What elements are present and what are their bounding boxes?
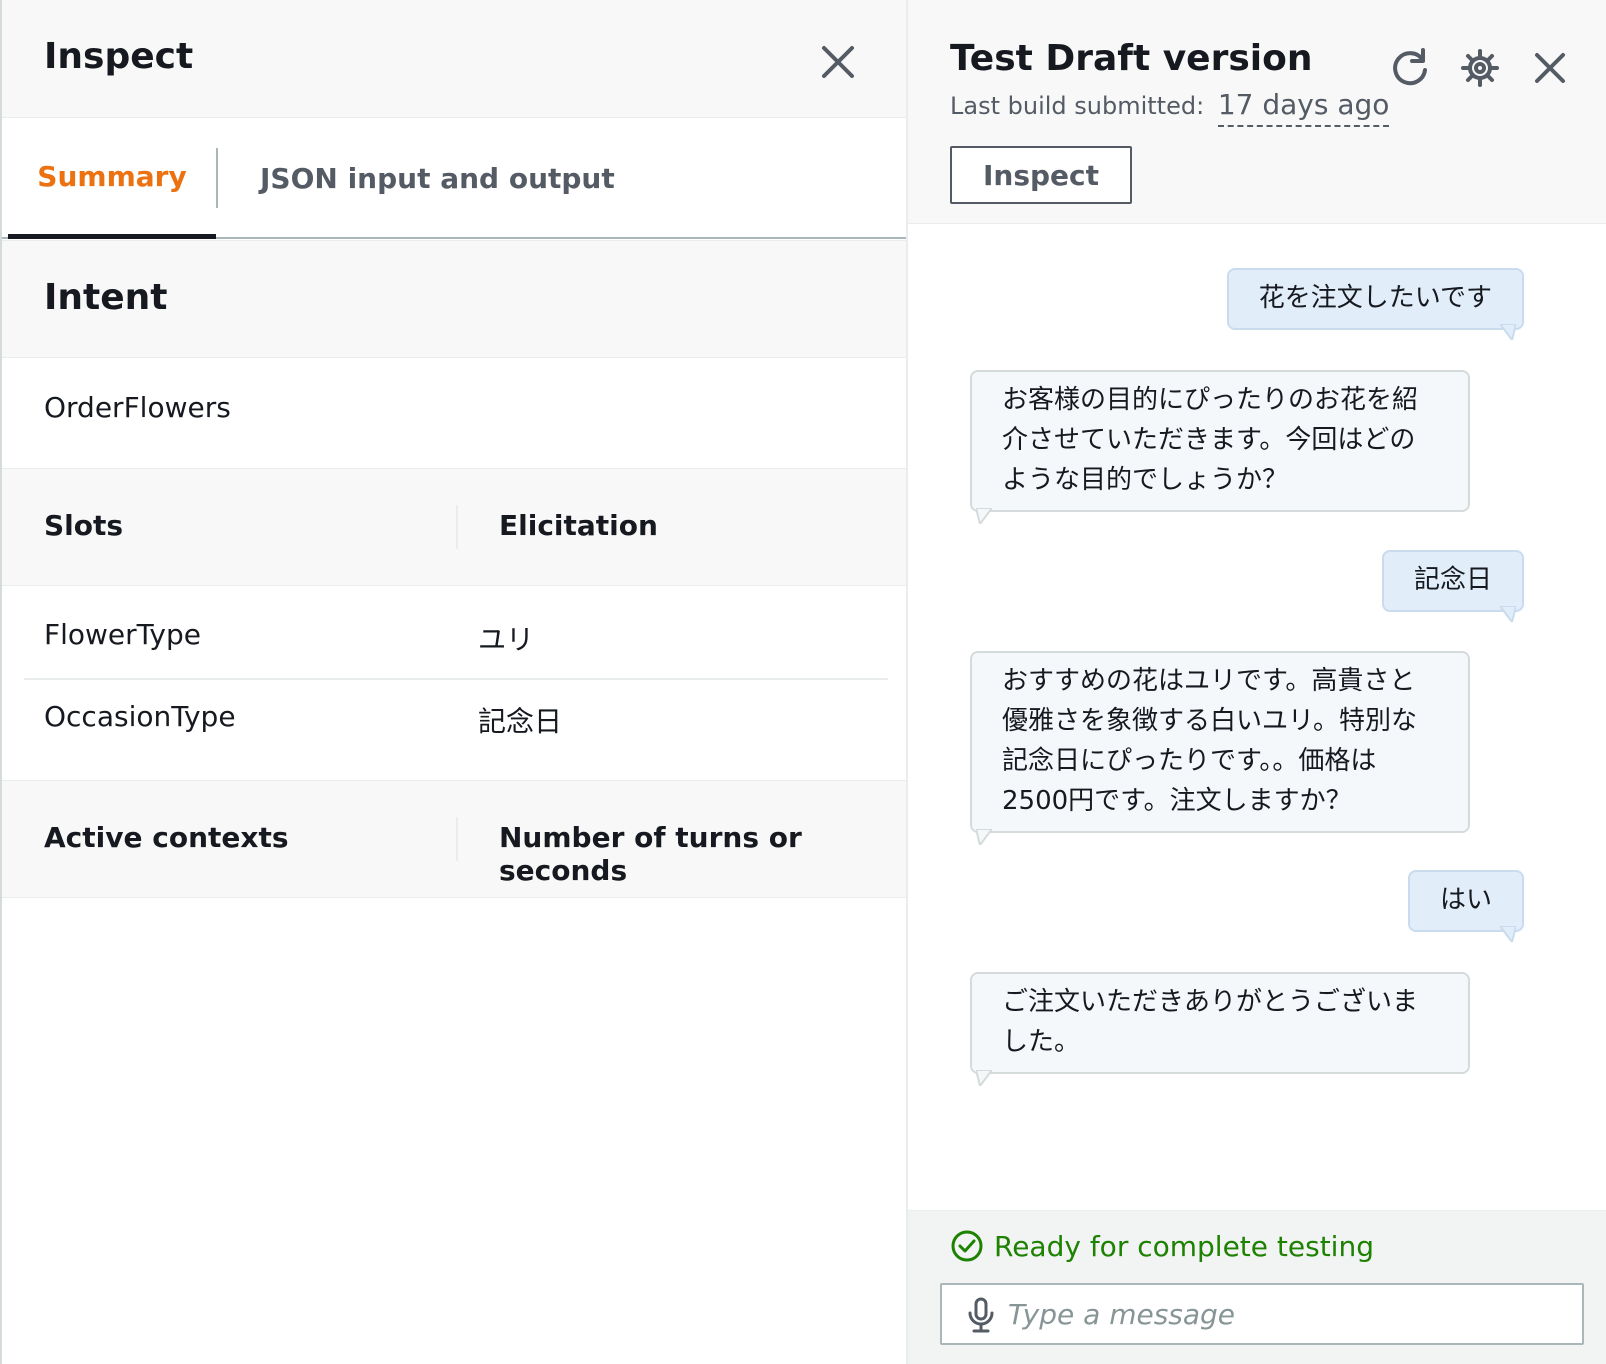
ready-status: Ready for complete testing [950, 1229, 1374, 1263]
message-line: 優雅さを象徴する白いユリ。特別な [1002, 706, 1417, 736]
message-input-box[interactable] [940, 1283, 1584, 1345]
table-row: FlowerType ユリ [24, 598, 888, 680]
message-input[interactable] [1008, 1291, 1568, 1337]
table-row: OccasionType 記念日 [24, 680, 888, 762]
user-message: はい [1407, 870, 1524, 942]
bot-message: お客様の目的にぴったりのお花を紹 介させていただきます。今回はどの ような目的で… [970, 370, 1470, 524]
slot-name: OccasionType [44, 700, 236, 733]
message-line: 2500円です。注文しますか？ [1002, 786, 1352, 816]
user-message: 記念日 [1381, 550, 1524, 622]
elicitation-column-header: Elicitation [499, 509, 658, 542]
bubble-tail [1500, 324, 1516, 340]
column-separator [456, 817, 458, 861]
test-title: Test Draft version [950, 38, 1313, 79]
bubble-tail [976, 508, 992, 524]
slots-table-header: Slots Elicitation [2, 468, 908, 586]
inspect-title: Inspect [44, 36, 194, 77]
test-header: Test Draft version Last build submitted:… [908, 0, 1606, 224]
intent-section-header: Intent [2, 240, 908, 358]
refresh-icon[interactable] [1388, 46, 1432, 90]
message-line: お客様の目的にぴったりのお花を紹 [1002, 385, 1419, 415]
bubble-tail [976, 829, 992, 845]
check-circle-icon [951, 1230, 983, 1262]
slot-value: 記念日 [478, 705, 563, 738]
inspect-button[interactable]: Inspect [950, 146, 1132, 204]
tab-divider [216, 148, 218, 208]
message-text: 花を注文したいです [1258, 283, 1492, 313]
message-line: した。 [1002, 1027, 1081, 1057]
turns-seconds-column-header: Number of turns or seconds [499, 821, 802, 887]
inspect-panel: Inspect Summary JSON input and output In… [0, 0, 908, 1364]
message-line: 介させていただきます。今回はどの [1002, 425, 1416, 455]
bot-message: おすすめの花はユリです。高貴さと 優雅さを象徴する白いユリ。特別な 記念日にぴっ… [970, 651, 1470, 845]
build-age[interactable]: 17 days ago [1217, 88, 1390, 127]
inspect-tabs: Summary JSON input and output [2, 118, 908, 239]
user-message: 花を注文したいです [1226, 268, 1524, 340]
message-line: おすすめの花はユリです。高貴さと [1002, 666, 1416, 696]
tab-json-input-output[interactable]: JSON input and output [260, 118, 615, 239]
build-status: Last build submitted: 17 days ago [950, 88, 1390, 127]
bot-message: ご注文いただきありがとうございま した。 [970, 972, 1470, 1086]
bubble-tail [976, 1070, 992, 1086]
ready-status-text: Ready for complete testing [994, 1229, 1374, 1263]
slots-column-header: Slots [44, 509, 124, 542]
slot-name: FlowerType [44, 618, 201, 651]
message-line: ご注文いただきありがとうございま [1002, 987, 1419, 1017]
message-line: ような目的でしょうか？ [1002, 465, 1289, 495]
intent-value: OrderFlowers [44, 391, 231, 424]
inspect-header: Inspect [2, 0, 908, 118]
column-separator [456, 505, 458, 549]
slot-value: ユリ [478, 623, 535, 656]
gear-icon[interactable] [1458, 46, 1502, 90]
close-icon[interactable] [1528, 46, 1572, 90]
test-footer: Ready for complete testing [908, 1210, 1606, 1364]
active-contexts-column-header: Active contexts [44, 821, 289, 854]
intent-heading: Intent [44, 277, 168, 318]
close-icon[interactable] [812, 36, 864, 88]
build-label: Last build submitted: [950, 92, 1205, 120]
bubble-tail [1500, 926, 1516, 942]
contexts-table-header: Active contexts Number of turns or secon… [2, 780, 908, 898]
tab-summary[interactable]: Summary [8, 118, 216, 239]
bubble-tail [1500, 606, 1516, 622]
microphone-icon[interactable] [966, 1297, 996, 1333]
message-line: 記念日にぴったりです。。価格は [1002, 746, 1377, 776]
message-text: 記念日 [1413, 565, 1492, 595]
test-panel: Test Draft version Last build submitted:… [906, 0, 1606, 1364]
message-text: はい [1439, 885, 1492, 915]
